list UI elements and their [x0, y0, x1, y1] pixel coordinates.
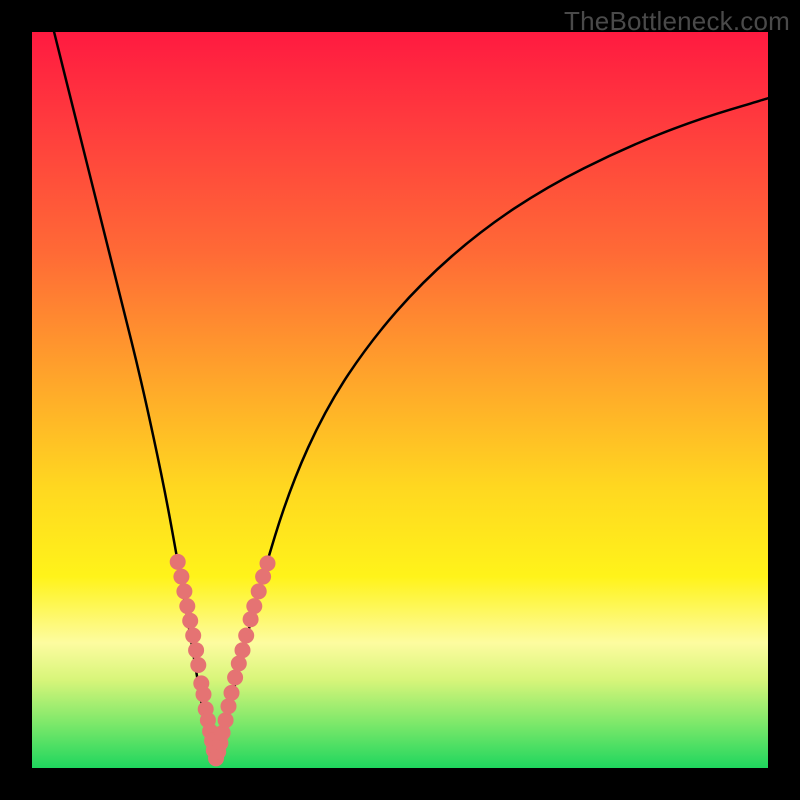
curve-svg: [32, 32, 768, 768]
highlight-marker: [188, 642, 204, 658]
highlight-marker: [190, 657, 206, 673]
highlight-marker: [235, 642, 251, 658]
highlight-marker: [185, 628, 201, 644]
highlight-marker: [170, 554, 186, 570]
highlight-marker: [224, 685, 240, 701]
highlight-marker: [196, 686, 212, 702]
bottleneck-curve: [54, 32, 768, 758]
highlight-marker: [238, 628, 254, 644]
highlight-marker: [260, 555, 276, 571]
highlight-marker: [182, 613, 198, 629]
highlight-marker: [179, 598, 195, 614]
chart-frame: TheBottleneck.com: [0, 0, 800, 800]
highlight-marker: [246, 598, 262, 614]
highlight-marker: [227, 670, 243, 686]
highlight-marker: [176, 583, 192, 599]
highlight-marker: [221, 698, 237, 714]
marker-group: [170, 554, 276, 767]
highlight-marker: [218, 712, 234, 728]
plot-area: [32, 32, 768, 768]
highlight-marker: [173, 569, 189, 585]
highlight-marker: [251, 583, 267, 599]
